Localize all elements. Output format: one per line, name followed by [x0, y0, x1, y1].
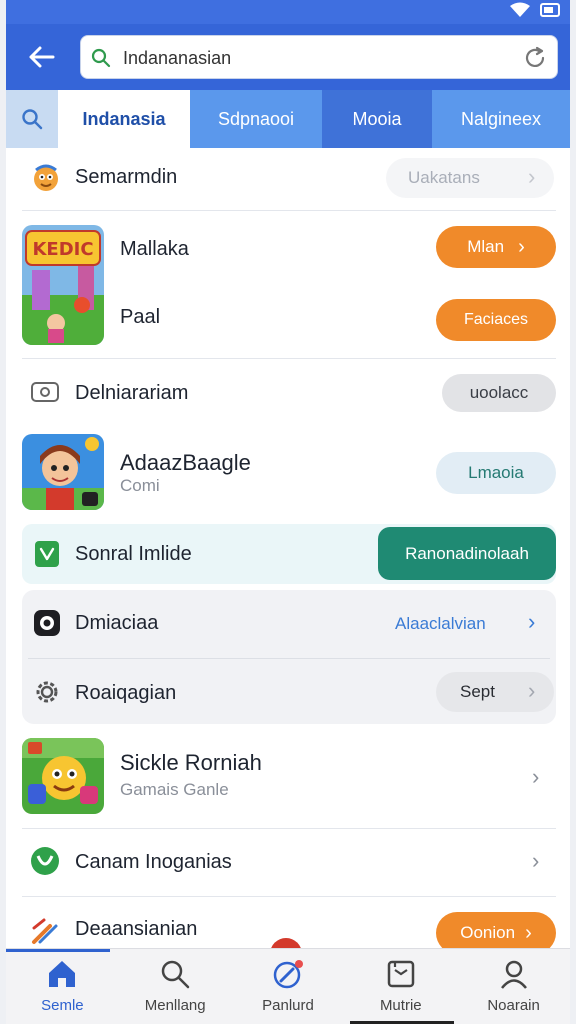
shield-icon [31, 847, 59, 875]
nav-noarain[interactable]: Noarain [457, 949, 570, 1024]
lmaoia-button[interactable]: Lmaoia [436, 452, 556, 494]
app-frame: Indanasia Sdpnaooi Mooia Nalgineex Semar… [6, 0, 570, 1024]
tab-bar: Indanasia Sdpnaooi Mooia Nalgineex [6, 90, 570, 148]
row-sonral-imlide-label: Sonral Imlide [75, 543, 192, 565]
faciaces-button[interactable]: Faciaces [436, 299, 556, 341]
search-icon [22, 109, 43, 130]
chevron-right-icon[interactable]: › [532, 764, 539, 790]
tab-mooia[interactable]: Mooia [322, 90, 432, 148]
uoolacc-button[interactable]: uoolacc [442, 374, 556, 412]
search-icon [91, 48, 111, 68]
wifi-icon [510, 2, 530, 17]
adaazbaagle-app-icon[interactable] [22, 434, 104, 510]
row-deaansianian-label: Deaansianian [75, 918, 198, 940]
divider [22, 828, 556, 829]
oonion-label: Oonion [460, 923, 516, 942]
back-button[interactable] [24, 40, 58, 74]
battery-icon [540, 3, 560, 17]
mlan-label: Mlan [467, 237, 505, 256]
top-header [6, 24, 570, 90]
sickle-rorniah-title: Sickle Rorniah [120, 750, 262, 775]
sept-button[interactable]: Sept [436, 672, 554, 712]
inbox-icon [387, 960, 415, 988]
tab-indanasia[interactable]: Indanasia [58, 90, 190, 148]
nav-menllang[interactable]: Menllang [119, 949, 232, 1024]
row-dmiaciaa-label: Dmiaciaa [75, 612, 159, 634]
mlan-button[interactable]: Mlan › [436, 226, 556, 268]
divider [22, 210, 556, 211]
status-bar [6, 0, 570, 24]
chevron-right-icon: › [518, 235, 525, 258]
search-icon [161, 960, 190, 989]
adaazbaagle-subtitle: Comi [120, 476, 160, 495]
sickle-rorniah-subtitle: Gamais Ganle [120, 780, 229, 799]
nav-panlurd[interactable]: Panlurd [232, 949, 345, 1024]
character-icon [34, 164, 58, 191]
home-icon [49, 961, 76, 987]
arrow-left-icon [29, 46, 55, 68]
character-art [22, 434, 104, 510]
nav-mutrie-label: Mutrie [379, 997, 422, 1014]
bottom-nav: Semle Menllang Panlurd Mutrie Noarain [6, 948, 570, 1024]
sickle-rorniah-app-icon[interactable] [22, 738, 104, 814]
nav-semle-label: Semle [41, 997, 84, 1014]
tab-search[interactable] [6, 90, 58, 148]
row-delniarariam-label: Delniarariam [75, 382, 189, 404]
adaazbaagle-title: AdaazBaagle [120, 450, 251, 475]
nav-menllang-label: Menllang [144, 997, 206, 1014]
target-icon [34, 610, 60, 636]
nav-panlurd-label: Panlurd [262, 997, 314, 1014]
uakatans-label: Uakatans [408, 168, 480, 187]
gear-icon [36, 681, 58, 703]
kedic-game-icon[interactable]: KEDIC [22, 225, 104, 345]
chevron-right-icon: › [528, 678, 536, 703]
divider [22, 358, 556, 359]
refresh-icon[interactable] [523, 46, 547, 70]
search-box [80, 35, 558, 79]
nav-noarain-label: Noarain [487, 997, 540, 1014]
tab-sdpnaooi[interactable]: Sdpnaooi [190, 90, 322, 148]
ranonadinolaah-button[interactable]: Ranonadinolaah [378, 527, 556, 580]
row-mallaka-label: Mallaka [120, 238, 189, 260]
divider [28, 658, 550, 659]
shield-icon [35, 541, 59, 567]
tools-icon [32, 918, 58, 944]
search-input[interactable] [123, 44, 503, 72]
row-roaiqagian-label: Roaiqagian [75, 682, 177, 704]
compass-icon [273, 960, 303, 989]
game-art: KEDIC [22, 225, 104, 345]
kedic-logo-text: KEDIC [32, 239, 93, 260]
game-art [22, 738, 104, 814]
profile-icon [500, 960, 527, 989]
tab-nalgineex[interactable]: Nalgineex [432, 90, 570, 148]
camera-icon [31, 382, 59, 402]
nav-semle[interactable]: Semle [6, 949, 119, 1024]
row-semarmdin-label: Semarmdin [75, 166, 178, 188]
row-paal-label: Paal [120, 306, 161, 328]
content-list: Semarmdin Uakatans › KEDIC Mallaka Mlan ›… [6, 148, 570, 954]
alaaclalvian-link[interactable]: Alaaclalvian [395, 614, 486, 634]
chevron-right-icon: › [525, 921, 532, 944]
chevron-right-icon[interactable]: › [532, 848, 539, 874]
chevron-right-icon: › [528, 609, 536, 634]
nav-mutrie[interactable]: Mutrie [344, 949, 457, 1024]
chevron-right-icon: › [528, 164, 536, 189]
row-canam-inoganias-label: Canam Inoganias [75, 851, 232, 873]
sept-label: Sept [460, 682, 495, 701]
divider [22, 896, 556, 897]
